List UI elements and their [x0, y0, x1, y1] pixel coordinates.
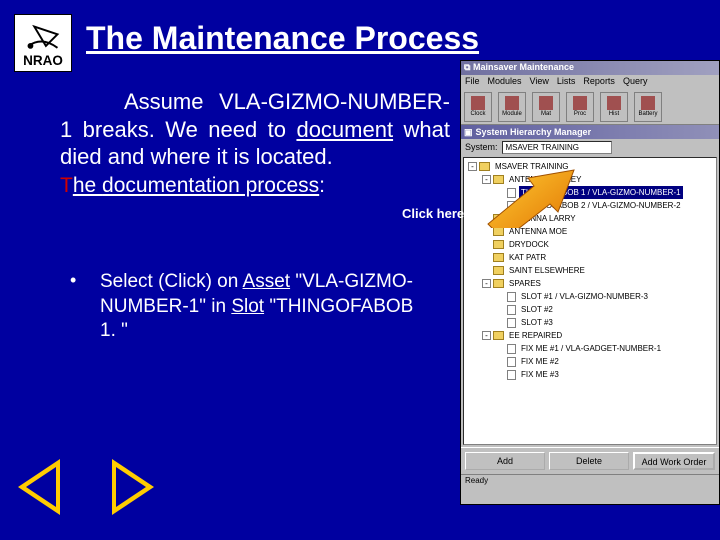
menu-file[interactable]: File	[465, 76, 480, 88]
menu-view[interactable]: View	[530, 76, 549, 88]
tree-node[interactable]: DRYDOCK	[464, 238, 716, 251]
arrow-right-icon	[112, 459, 154, 515]
tree-node-label: SLOT #3	[519, 316, 555, 329]
toolbar-label: Proc	[574, 111, 586, 117]
menu-lists[interactable]: Lists	[557, 76, 576, 88]
tree-node-label: SPARES	[507, 277, 543, 290]
proc-colon: :	[319, 174, 325, 197]
status-bar: Ready	[461, 474, 719, 488]
proc-doc: documentation process	[102, 174, 319, 197]
add-button[interactable]: Add	[465, 452, 545, 470]
add-work-order-button[interactable]: Add Work Order	[633, 452, 715, 470]
tree-node[interactable]: FIX ME #3	[464, 368, 716, 381]
tree-node[interactable]: - SPARES	[464, 277, 716, 290]
tree-node-label: EE REPAIRED	[507, 329, 564, 342]
callout-arrow-icon	[486, 168, 576, 233]
tree-node[interactable]: FIX ME #2	[464, 355, 716, 368]
click-here-label: Click here!	[402, 206, 468, 221]
doc-icon	[507, 305, 516, 315]
body-text: Assume VLA-GIZMO-NUMBER-1 breaks. We nee…	[60, 88, 450, 199]
folder-icon	[493, 240, 504, 249]
doc-icon	[507, 318, 516, 328]
tree-node[interactable]: - EE REPAIRED	[464, 329, 716, 342]
tree-node-label: SAINT ELSEWHERE	[507, 264, 587, 277]
bullet-asset: Asset	[243, 271, 291, 292]
folder-icon	[493, 331, 504, 340]
toolbar-clock-button[interactable]: Clock	[464, 92, 492, 122]
hierarchy-titlebar: ▣ System Hierarchy Manager	[461, 125, 719, 139]
next-slide-button[interactable]	[112, 459, 154, 520]
toolbar-bat-button[interactable]: Battery	[634, 92, 662, 122]
system-dropdown[interactable]: MSAVER TRAINING	[502, 141, 612, 154]
menu-modules[interactable]: Modules	[488, 76, 522, 88]
tree-node-label: SLOT #2	[519, 303, 555, 316]
toolbar-files-button[interactable]: Mat	[532, 92, 560, 122]
toolbar-edit-button[interactable]: Proc	[566, 92, 594, 122]
hierarchy-title-text: System Hierarchy Manager	[476, 127, 592, 137]
toolbar-grid-button[interactable]: Module	[498, 92, 526, 122]
tree-node[interactable]: SAINT ELSEWHERE	[464, 264, 716, 277]
window-title-text: Mainsaver Maintenance	[473, 62, 574, 72]
slide-title: The Maintenance Process	[86, 20, 479, 57]
files-icon	[539, 96, 553, 110]
body-underline-document: document	[296, 117, 393, 142]
toolbar-label: Battery	[638, 111, 657, 117]
folder-icon	[493, 279, 504, 288]
grid-icon	[505, 96, 519, 110]
arrow-left-icon	[18, 459, 60, 515]
folder-icon	[493, 266, 504, 275]
button-row: Add Delete Add Work Order	[461, 447, 719, 474]
hist-icon	[607, 96, 621, 110]
hierarchy-icon: ▣	[464, 127, 473, 138]
mainsaver-window: ⧉ Mainsaver Maintenance File Modules View L…	[460, 60, 720, 505]
system-label: System:	[465, 142, 498, 152]
tree-node-label: DRYDOCK	[507, 238, 551, 251]
bullet-a: Select (Click) on	[100, 271, 243, 292]
tree-expand-icon[interactable]: -	[482, 279, 491, 288]
toolbar: Clock Module Mat Proc Hist Battery	[461, 89, 719, 125]
tree-node[interactable]: FIX ME #1 / VLA-GADGET-NUMBER-1	[464, 342, 716, 355]
doc-icon	[507, 370, 516, 380]
logo-text: NRAO	[23, 53, 63, 68]
tree-node[interactable]: SLOT #2	[464, 303, 716, 316]
window-title-icon: ⧉	[464, 62, 470, 72]
bullet-dot-icon: •	[70, 270, 76, 291]
clock-icon	[471, 96, 485, 110]
tree-node-label: SLOT #1 / VLA-GIZMO-NUMBER-3	[519, 290, 650, 303]
prev-slide-button[interactable]	[18, 459, 60, 520]
toolbar-label: Hist	[609, 111, 619, 117]
system-row: System: MSAVER TRAINING	[461, 139, 719, 155]
folder-icon	[493, 253, 504, 262]
window-titlebar[interactable]: ⧉ Mainsaver Maintenance	[461, 61, 719, 75]
doc-icon	[507, 292, 516, 302]
toolbar-label: Module	[502, 111, 522, 117]
doc-icon	[507, 357, 516, 367]
bullet-slot: Slot	[231, 296, 264, 317]
tree-node[interactable]: SLOT #1 / VLA-GIZMO-NUMBER-3	[464, 290, 716, 303]
tree-node[interactable]: SLOT #3	[464, 316, 716, 329]
proc-he: he	[73, 174, 102, 197]
bullet-item: • Select (Click) on Asset "VLA-GIZMO-NUM…	[70, 270, 430, 344]
tree-node-label: FIX ME #3	[519, 368, 561, 381]
toolbar-label: Clock	[470, 111, 485, 117]
tree-expand-icon[interactable]: -	[482, 331, 491, 340]
toolbar-label: Mat	[541, 111, 551, 117]
delete-button[interactable]: Delete	[549, 452, 629, 470]
tree-node[interactable]: KAT PATR	[464, 251, 716, 264]
edit-icon	[573, 96, 587, 110]
tree-expand-icon[interactable]: -	[468, 162, 477, 171]
tree-node-label: FIX ME #2	[519, 355, 561, 368]
nrao-logo: NRAO	[14, 14, 72, 72]
tree-node-label: FIX ME #1 / VLA-GADGET-NUMBER-1	[519, 342, 663, 355]
menubar: File Modules View Lists Reports Query	[461, 75, 719, 89]
toolbar-hist-button[interactable]: Hist	[600, 92, 628, 122]
proc-initial: T	[60, 174, 73, 197]
menu-query[interactable]: Query	[623, 76, 648, 88]
menu-reports[interactable]: Reports	[583, 76, 615, 88]
bat-icon	[641, 96, 655, 110]
doc-icon	[507, 344, 516, 354]
tree-node-label: KAT PATR	[507, 251, 548, 264]
